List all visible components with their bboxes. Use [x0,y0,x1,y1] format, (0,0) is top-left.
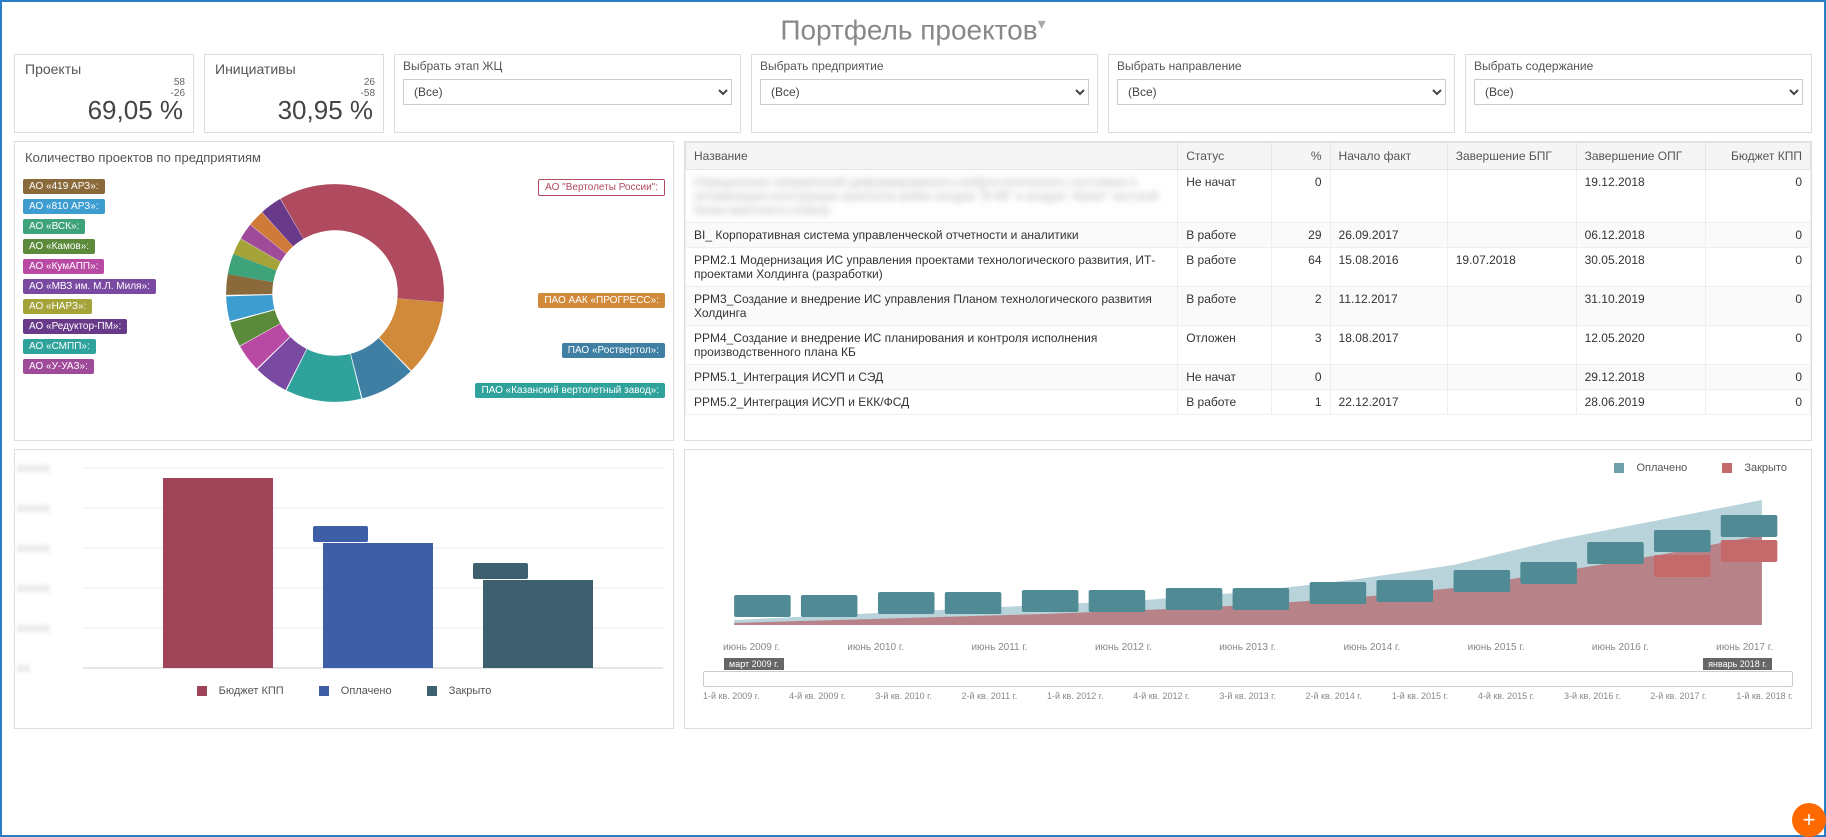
filter-enterprise-select[interactable]: (Все) [760,79,1089,105]
filter-content-select[interactable]: (Все) [1474,79,1803,105]
plus-icon: + [1803,807,1816,833]
col-name[interactable]: Название [686,143,1178,170]
kpi-projects-value: 69,05 % [25,95,183,126]
table-row[interactable]: PPM2.1 Модернизация ИС управления проект… [686,248,1811,287]
filter-direction-select[interactable]: (Все) [1117,79,1446,105]
kpi-initiatives-small: 26-58 [361,77,375,99]
table-row[interactable]: PPM5.1_Интеграция ИСУП и СЭДНе начат029.… [686,365,1811,390]
axis-tick: июнь 2013 г. [1219,642,1276,653]
donut-tag[interactable]: ПАО ААК «ПРОГРЕСС»: [538,293,665,308]
bar-chart-panel[interactable]: XXXXX XXXXX XXXXX XXXXX XXXXX XX Бюджет … [14,449,674,729]
kpi-projects-small: 58-26 [171,77,185,99]
slider-tick: 1-й кв. 2015 г. [1392,691,1448,701]
donut-panel: Количество проектов по предприятиям [14,141,674,441]
filter-stage-label: Выбрать этап ЖЦ [403,59,732,73]
axis-tick: июнь 2011 г. [971,642,1027,653]
slider-tick: 2-й кв. 2017 г. [1650,691,1706,701]
kpi-initiatives: Инициативы 26-58 30,95 % [204,54,384,133]
donut-tag[interactable]: АО «НАРЗ»: [23,299,92,314]
kpi-initiatives-value: 30,95 % [215,95,373,126]
axis-tick: июнь 2010 г. [847,642,904,653]
table-row[interactable]: Определение направлений деформирования и… [686,170,1811,223]
slider-tick: 1-й кв. 2012 г. [1047,691,1103,701]
axis-tick: июнь 2016 г. [1592,642,1649,653]
table-row[interactable]: BI_ Корпоративная система управленческой… [686,223,1811,248]
kpi-projects-label: Проекты [25,61,183,77]
col-endBPG[interactable]: Завершение БПГ [1447,143,1576,170]
slider-tick: 2-й кв. 2011 г. [962,691,1018,701]
page-title: Портфель проектов▾ [14,14,1812,46]
donut-tag[interactable]: АО «МВЗ им. М.Л. Миля»: [23,279,156,294]
bar-chart-svg [23,458,665,678]
filter-content-label: Выбрать содержание [1474,59,1803,73]
col-pct[interactable]: % [1271,143,1330,170]
table-row[interactable]: PPM3_Создание и внедрение ИС управления … [686,287,1811,326]
bar-legend: Бюджет КПП Оплачено Закрыто [23,685,665,699]
col-status[interactable]: Статус [1178,143,1272,170]
slider-start[interactable]: март 2009 г. [724,658,784,670]
donut-tag[interactable]: АО «КумАПП»: [23,259,104,274]
area-xlabels: июнь 2009 г. июнь 2010 г. июнь 2011 г. июнь… [693,642,1803,653]
filter-enterprise-label: Выбрать предприятие [760,59,1089,73]
slider-tick: 1-й кв. 2009 г. [703,691,759,701]
donut-chart[interactable]: АО «419 АРЗ»: АО «810 АРЗ»: АО «ВСК»: АО… [15,173,673,433]
filter-direction: Выбрать направление (Все) [1108,54,1455,133]
slider-tick: 3-й кв. 2016 г. [1564,691,1620,701]
slider-end[interactable]: январь 2018 г. [1703,658,1772,670]
filter-enterprise: Выбрать предприятие (Все) [751,54,1098,133]
slider-tick: 2-й кв. 2014 г. [1306,691,1362,701]
table-row[interactable]: PPM5.2_Интеграция ИСУП и ЕКК/ФСДВ работе… [686,390,1811,415]
slider-tick: 3-й кв. 2010 г. [875,691,931,701]
donut-tag[interactable]: АО «419 АРЗ»: [23,179,105,194]
donut-tag[interactable]: АО «810 АРЗ»: [23,199,105,214]
donut-tag[interactable]: АО «У-УАЗ»: [23,359,94,374]
axis-tick: июнь 2014 г. [1343,642,1400,653]
area-legend: Оплачено Закрыто [693,462,1803,476]
donut-tag[interactable]: АО «СМПП»: [23,339,96,354]
slider-tick: 4-й кв. 2009 г. [789,691,845,701]
donut-tag[interactable]: АО «Редуктор-ПМ»: [23,319,127,334]
projects-table[interactable]: Название Статус % Начало факт Завершение… [685,142,1811,415]
fab-add-button[interactable]: + [1792,803,1826,837]
mid-row: Количество проектов по предприятиям [14,141,1812,441]
filter-stage: Выбрать этап ЖЦ (Все) [394,54,741,133]
area-chart-svg [693,480,1803,635]
axis-tick: июнь 2017 г. [1716,642,1773,653]
slider-tick: 4-й кв. 2012 г. [1133,691,1189,701]
time-slider[interactable]: март 2009 г. январь 2018 г. 1-й кв. 2009… [693,671,1803,711]
donut-tag[interactable]: АО «ВСК»: [23,219,85,234]
slider-tick: 4-й кв. 2015 г. [1478,691,1534,701]
axis-tick: июнь 2015 г. [1468,642,1525,653]
table-row[interactable]: PPM4_Создание и внедрение ИС планировани… [686,326,1811,365]
axis-tick: июнь 2012 г. [1095,642,1152,653]
col-budget[interactable]: Бюджет КПП [1705,143,1810,170]
donut-tag[interactable]: АО «Камов»: [23,239,95,254]
donut-tag[interactable]: ПАО «Роствертол»: [562,343,665,358]
donut-tag[interactable]: ПАО «Казанский вертолетный завод»: [475,383,665,398]
filter-stage-select[interactable]: (Все) [403,79,732,105]
donut-title: Количество проектов по предприятиям [15,142,673,173]
filter-icon[interactable]: ▾ [1038,16,1046,33]
filter-direction-label: Выбрать направление [1117,59,1446,73]
kpi-initiatives-label: Инициативы [215,61,373,77]
slider-tick: 3-й кв. 2013 г. [1219,691,1275,701]
slider-tick: 1-й кв. 2018 г. [1736,691,1792,701]
filter-content: Выбрать содержание (Все) [1465,54,1812,133]
col-endOPG[interactable]: Завершение ОПГ [1576,143,1705,170]
projects-table-panel: Название Статус % Начало факт Завершение… [684,141,1812,441]
col-start[interactable]: Начало факт [1330,143,1447,170]
axis-tick: июнь 2009 г. [723,642,780,653]
bottom-row: XXXXX XXXXX XXXXX XXXXX XXXXX XX Бюджет … [14,449,1812,729]
slider-ticks: 1-й кв. 2009 г. 4-й кв. 2009 г. 3-й кв. 20… [693,691,1803,701]
area-chart-panel[interactable]: Оплачено Закрыто июнь 2009 г. июнь 2010 г… [684,449,1812,729]
donut-tag[interactable]: АО "Вертолеты России": [538,179,665,196]
top-row: Проекты 58-26 69,05 % Инициативы 26-58 3… [14,54,1812,133]
kpi-projects: Проекты 58-26 69,05 % [14,54,194,133]
